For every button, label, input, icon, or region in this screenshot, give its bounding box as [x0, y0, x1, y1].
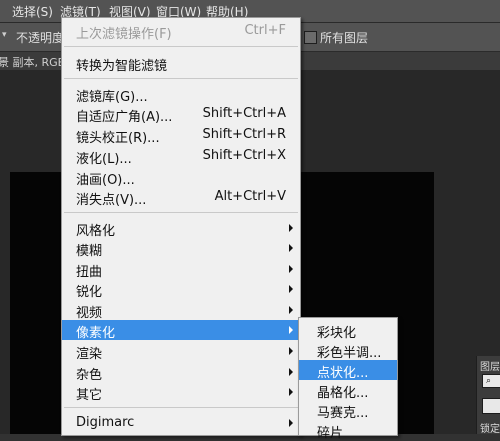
menu-item-label: 杂色: [76, 368, 103, 383]
menu-item-label: 锐化: [76, 285, 103, 300]
opacity-label: 不透明度: [16, 31, 65, 45]
all-layers-checkbox[interactable]: [304, 31, 317, 44]
pixelate-submenu: 彩块化 彩色半调... 点状化... 晶格化... 马赛克... 碎片: [298, 317, 398, 441]
chevron-down-icon[interactable]: ▾: [2, 30, 7, 40]
submenu-item-label: 点状化...: [317, 366, 369, 381]
menu-item-blur[interactable]: 模糊: [62, 238, 300, 259]
menu-item-label: 液化(L)...: [76, 152, 132, 167]
menu-item-filter-gallery[interactable]: 滤镜库(G)...: [62, 84, 300, 105]
blend-mode-box[interactable]: [482, 398, 500, 414]
menu-item-label: 上次滤镜操作(F): [76, 27, 172, 42]
submenu-arrow-icon: [289, 285, 293, 293]
submenu-arrow-icon: [289, 265, 293, 273]
all-layers-label: 所有图层: [320, 31, 369, 45]
menu-item-label: 滤镜库(G)...: [76, 90, 148, 105]
filter-menu: 上次滤镜操作(F) Ctrl+F 转换为智能滤镜 滤镜库(G)... 自适应广角…: [61, 17, 301, 436]
submenu-arrow-icon: [289, 419, 293, 427]
submenu-arrow-icon: [289, 347, 293, 355]
menu-item-oil-paint[interactable]: 油画(O)...: [62, 167, 300, 188]
menu-item-distort[interactable]: 扭曲: [62, 259, 300, 280]
submenu-item-label: 马赛克...: [317, 406, 369, 421]
submenu-arrow-icon: [289, 244, 293, 252]
submenu-item-crystallize[interactable]: 晶格化...: [299, 380, 397, 401]
menu-item-adaptive-wide-angle[interactable]: 自适应广角(A)... Shift+Ctrl+A: [62, 104, 300, 125]
menu-item-label: 风格化: [76, 224, 116, 239]
submenu-item-label: 彩色半调...: [317, 346, 382, 361]
menu-separator: [64, 78, 298, 79]
lock-label: 锁定: [480, 424, 500, 435]
menu-item-label: 镜头校正(R)...: [76, 131, 160, 146]
search-icon[interactable]: ⌕: [482, 374, 500, 388]
menu-item-label: 渲染: [76, 347, 103, 362]
submenu-item-fragment[interactable]: 碎片: [299, 420, 397, 441]
submenu-item-crystallize-facet[interactable]: 彩块化: [299, 320, 397, 341]
menu-item-label: 转换为智能滤镜: [76, 59, 168, 74]
menu-item-shortcut: Shift+Ctrl+X: [202, 148, 286, 163]
menu-item-shortcut: Shift+Ctrl+R: [202, 127, 287, 142]
menu-item-label: 扭曲: [76, 265, 103, 280]
menu-item-label: 其它: [76, 388, 103, 403]
layers-panel: 图层 ⌕ 锁定: [476, 356, 500, 435]
menu-separator: [64, 212, 298, 213]
menu-item-label: 油画(O)...: [76, 173, 135, 188]
submenu-arrow-icon: [289, 224, 293, 232]
menu-item-label: Digimarc: [76, 415, 135, 430]
menu-item-sharpen[interactable]: 锐化: [62, 279, 300, 300]
menu-item-video[interactable]: 视频: [62, 300, 300, 321]
menu-item-other[interactable]: 其它: [62, 382, 300, 403]
menu-select[interactable]: 选择(S): [12, 3, 53, 20]
menu-item-label: 模糊: [76, 244, 103, 259]
menu-item-convert-smart-filter[interactable]: 转换为智能滤镜: [62, 53, 300, 74]
submenu-arrow-icon: [289, 388, 293, 396]
submenu-arrow-icon: [289, 306, 293, 314]
submenu-item-mosaic[interactable]: 马赛克...: [299, 400, 397, 421]
submenu-arrow-icon: [289, 368, 293, 376]
menu-item-liquify[interactable]: 液化(L)... Shift+Ctrl+X: [62, 146, 300, 167]
menu-item-label: 消失点(V)...: [76, 193, 147, 208]
menu-item-last-filter[interactable]: 上次滤镜操作(F) Ctrl+F: [62, 21, 300, 42]
layers-tab[interactable]: 图层: [480, 358, 500, 373]
menu-item-vanishing-point[interactable]: 消失点(V)... Alt+Ctrl+V: [62, 187, 300, 208]
submenu-item-label: 晶格化...: [317, 386, 369, 401]
submenu-item-label: 碎片: [317, 426, 344, 441]
submenu-item-pointillize[interactable]: 点状化...: [299, 360, 397, 381]
submenu-arrow-icon: [289, 326, 293, 334]
menu-item-label: 像素化: [76, 326, 116, 341]
menu-item-label: 视频: [76, 306, 103, 321]
menu-item-digimarc[interactable]: Digimarc: [62, 413, 300, 433]
menu-item-shortcut: Shift+Ctrl+A: [202, 106, 286, 121]
menu-item-pixelate[interactable]: 像素化: [62, 320, 300, 341]
menu-separator: [64, 407, 298, 408]
menu-item-shortcut: Alt+Ctrl+V: [214, 189, 286, 204]
document-tab-title[interactable]: 景 副本, RGB: [0, 54, 65, 70]
menu-item-label: 自适应广角(A)...: [76, 110, 173, 125]
submenu-item-color-halftone[interactable]: 彩色半调...: [299, 340, 397, 361]
menu-item-noise[interactable]: 杂色: [62, 362, 300, 383]
menu-item-stylize[interactable]: 风格化: [62, 218, 300, 239]
menu-item-shortcut: Ctrl+F: [244, 23, 286, 38]
submenu-item-label: 彩块化: [317, 326, 357, 341]
menu-item-lens-correction[interactable]: 镜头校正(R)... Shift+Ctrl+R: [62, 125, 300, 146]
menu-separator: [64, 46, 298, 47]
menu-item-render[interactable]: 渲染: [62, 341, 300, 362]
